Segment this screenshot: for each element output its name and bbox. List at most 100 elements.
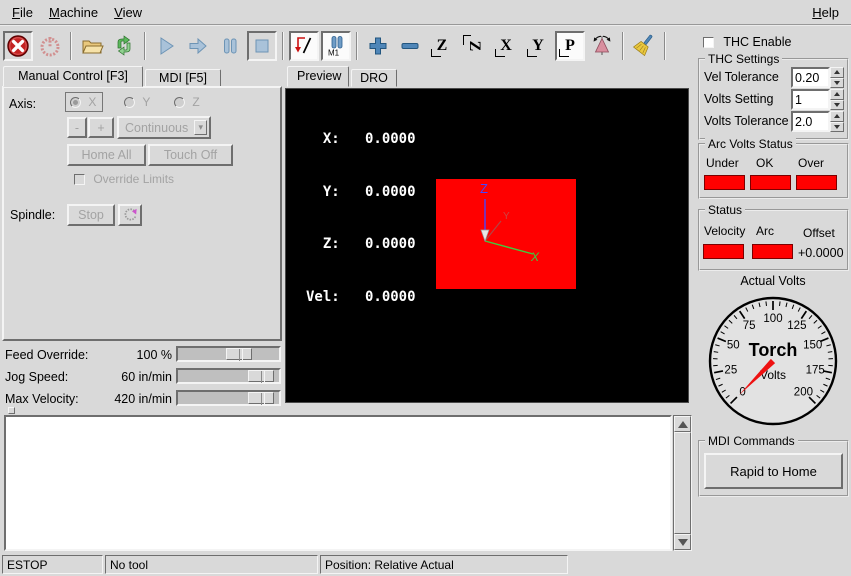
spin-down-icon xyxy=(830,100,844,111)
dro-row-z: Z:0.0000 xyxy=(306,236,416,254)
tab-manual-control[interactable]: Manual Control [F3] xyxy=(3,66,143,87)
dro-row-y: Y:0.0000 xyxy=(306,184,416,202)
jog-speed-row: Jog Speed: 60 in/min xyxy=(0,367,283,387)
estop-button[interactable] xyxy=(3,31,33,61)
max-velocity-row: Max Velocity: 420 in/min xyxy=(0,389,283,409)
feed-override-label: Feed Override: xyxy=(5,348,88,362)
offset-label: Offset xyxy=(803,226,835,240)
reload-file-button[interactable] xyxy=(109,31,139,61)
volts-setting-spinbox[interactable]: 1 xyxy=(791,89,844,110)
rotate-view-button[interactable] xyxy=(587,31,617,61)
spindle-stop-button[interactable]: Stop xyxy=(67,204,115,226)
checkbox-icon xyxy=(74,174,85,185)
vel-tolerance-label: Vel Tolerance xyxy=(704,70,779,84)
axis-radio-y[interactable]: Y xyxy=(124,95,150,109)
touch-off-button[interactable]: Touch Off xyxy=(148,144,233,166)
run-program-button[interactable] xyxy=(151,31,181,61)
toggle-optional-pause-button[interactable]: M1 xyxy=(321,31,351,61)
gcode-text-area[interactable] xyxy=(4,415,672,551)
override-limits-checkbox[interactable]: Override Limits xyxy=(74,172,174,186)
spindle-brake-button[interactable] xyxy=(118,204,142,226)
x-axis-line xyxy=(485,241,533,254)
scrollbar-down-button[interactable] xyxy=(674,534,691,550)
max-velocity-slider-handle[interactable] xyxy=(248,392,274,404)
svg-text:75: 75 xyxy=(743,320,756,332)
statusbar-tool-info: No tool xyxy=(105,555,318,574)
pause-program-button[interactable] xyxy=(215,31,245,61)
menu-help[interactable]: Help xyxy=(804,2,847,23)
machine-power-button[interactable] xyxy=(35,31,65,61)
volts-tolerance-spinbox[interactable]: 2.0 xyxy=(791,111,844,132)
tab-dro[interactable]: DRO xyxy=(351,69,397,87)
arc-label: Arc xyxy=(756,224,774,238)
axis-radio-x[interactable]: X xyxy=(65,92,103,112)
view-perspective-button[interactable]: P xyxy=(555,31,585,61)
thc-settings-title: THC Settings xyxy=(705,52,782,66)
feed-override-slider[interactable] xyxy=(176,346,281,362)
menu-machine[interactable]: Machine xyxy=(41,2,106,23)
tab-mdi[interactable]: MDI [F5] xyxy=(145,69,221,87)
preview-canvas[interactable]: X:0.0000 Y:0.0000 Z:0.0000 Vel:0.0000 Z … xyxy=(285,88,689,403)
clear-plot-broom-icon xyxy=(632,34,656,58)
svg-text:175: 175 xyxy=(806,364,825,376)
zoom-out-button[interactable] xyxy=(395,31,425,61)
thc-enable-checkbox[interactable]: THC Enable xyxy=(703,35,791,49)
svg-text:25: 25 xyxy=(724,364,737,376)
volts-tolerance-label: Volts Tolerance xyxy=(704,114,789,128)
view-side-button[interactable]: Y xyxy=(523,31,553,61)
scrollbar-up-button[interactable] xyxy=(674,416,691,432)
over-label: Over xyxy=(798,156,824,170)
svg-text:150: 150 xyxy=(803,340,822,352)
feed-override-slider-handle[interactable] xyxy=(226,348,252,360)
stop-program-button[interactable] xyxy=(247,31,277,61)
thc-settings-group: THC Settings Vel Tolerance 0.20 Volts Se… xyxy=(698,58,849,140)
axis-radio-z[interactable]: Z xyxy=(174,95,200,109)
arc-indicator xyxy=(752,244,793,259)
tab-preview[interactable]: Preview xyxy=(287,66,349,87)
max-velocity-label: Max Velocity: xyxy=(5,392,79,406)
scrollbar-thumb[interactable] xyxy=(674,432,691,534)
spin-arrows[interactable] xyxy=(830,111,844,132)
under-label: Under xyxy=(706,156,739,170)
manual-control-panel: Axis: X Y Z - + Continuous ▾ Home All To… xyxy=(2,86,282,341)
view-rotated-top-button[interactable]: Z xyxy=(459,31,489,61)
spin-down-icon xyxy=(830,78,844,89)
jog-speed-slider-handle[interactable] xyxy=(248,370,274,382)
jog-speed-slider[interactable] xyxy=(176,368,281,384)
radio-y-icon xyxy=(124,97,135,108)
max-velocity-value: 420 in/min xyxy=(114,392,172,406)
dro-row-vel: Vel:0.0000 xyxy=(306,289,416,307)
toolbar-separator xyxy=(282,32,284,60)
tool-cone xyxy=(481,230,489,241)
toolbar: M1 Z Z X Y P xyxy=(0,28,670,64)
clear-plot-button[interactable] xyxy=(629,31,659,61)
axis-label: Axis: xyxy=(9,97,36,111)
menu-file[interactable]: File xyxy=(4,2,41,23)
view-top-button[interactable]: Z xyxy=(427,31,457,61)
run-icon xyxy=(154,34,178,58)
vel-tolerance-spinbox[interactable]: 0.20 xyxy=(791,67,844,88)
pane-sash-grip[interactable] xyxy=(8,407,15,414)
open-file-button[interactable] xyxy=(77,31,107,61)
max-velocity-slider[interactable] xyxy=(176,390,281,406)
menu-view[interactable]: View xyxy=(106,2,150,23)
step-program-button[interactable] xyxy=(183,31,213,61)
radio-x-icon xyxy=(70,97,81,108)
spin-arrows[interactable] xyxy=(830,89,844,110)
jog-mode-dropdown[interactable]: Continuous ▾ xyxy=(117,116,211,139)
view-front-button[interactable]: X xyxy=(491,31,521,61)
y-axis-label: Y xyxy=(503,211,510,222)
jog-plus-button[interactable]: + xyxy=(88,117,114,138)
spin-arrows[interactable] xyxy=(830,67,844,88)
jog-minus-button[interactable]: - xyxy=(67,117,87,138)
status-title: Status xyxy=(705,203,745,217)
toggle-skip-lines-button[interactable] xyxy=(289,31,319,61)
statusbar-position-mode: Position: Relative Actual xyxy=(320,555,568,574)
view-top-z-icon: Z xyxy=(430,34,454,58)
rapid-to-home-button[interactable]: Rapid to Home xyxy=(704,453,843,489)
zoom-in-button[interactable] xyxy=(363,31,393,61)
gcode-scrollbar[interactable] xyxy=(673,415,692,551)
spin-down-icon xyxy=(830,122,844,133)
home-all-button[interactable]: Home All xyxy=(67,144,146,166)
status-group: Status Velocity Arc Offset +0.0000 xyxy=(698,209,849,271)
